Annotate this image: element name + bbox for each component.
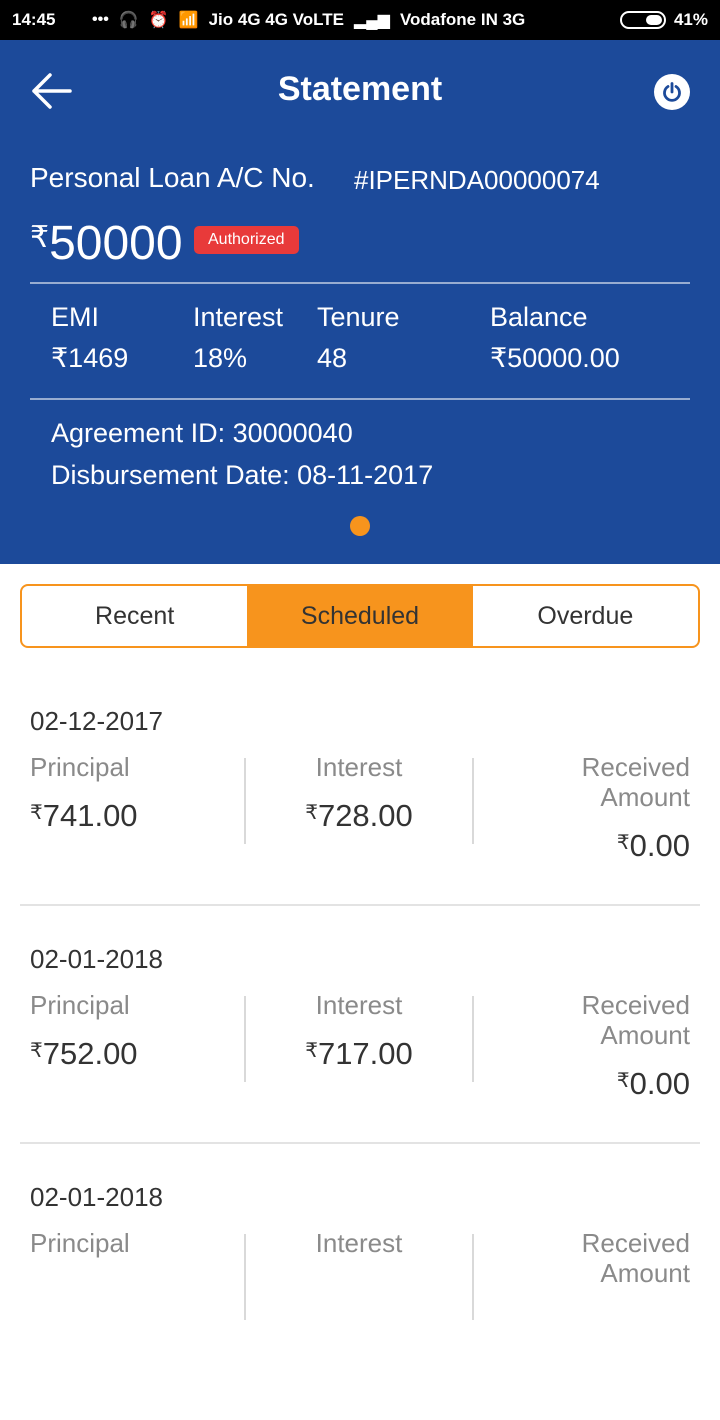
stat-balance: Balance ₹50000.00	[490, 302, 620, 374]
tab-scheduled[interactable]: Scheduled	[247, 586, 473, 646]
loan-amount-value: 50000	[49, 217, 183, 270]
more-notifications-icon: •••	[92, 11, 109, 28]
schedule-item: 02-12-2017 Principal ₹741.00 Interest ₹7…	[0, 706, 720, 944]
received-value: ₹0.00	[474, 828, 690, 864]
interest-label: Interest	[315, 752, 403, 782]
statement-tabs: Recent Scheduled Overdue	[20, 584, 700, 648]
rupee-symbol: ₹	[30, 802, 43, 824]
received-label-line: Amount	[600, 1020, 690, 1050]
stat-label: Balance	[490, 302, 588, 332]
account-number: #IPERNDA00000074	[354, 165, 600, 195]
principal-value: ₹741.00	[30, 798, 138, 834]
interest-amount: 717.00	[317, 1036, 413, 1071]
stat-value: 48	[317, 343, 348, 373]
wifi-icon: 📶	[178, 12, 199, 29]
received-label: Received Amount	[474, 990, 690, 1050]
row-divider	[20, 904, 700, 906]
page-title: Statement	[277, 70, 443, 108]
received-label-line: Amount	[600, 1258, 690, 1288]
received-label: Received Amount	[474, 752, 690, 812]
tab-overdue[interactable]: Overdue	[473, 586, 698, 646]
rupee-symbol: ₹	[30, 1040, 43, 1062]
divider	[30, 282, 690, 284]
agreement-id: Agreement ID: 30000040	[51, 418, 353, 448]
principal-label: Principal	[30, 1228, 130, 1258]
rupee-symbol: ₹	[616, 832, 630, 854]
disbursement-date: Disbursement Date: 08-11-2017	[51, 460, 434, 490]
headphones-icon: 🎧	[118, 12, 139, 29]
tab-recent[interactable]: Recent	[22, 586, 247, 646]
stat-value: ₹50000.00	[490, 343, 620, 373]
rupee-symbol: ₹	[305, 1040, 318, 1062]
rupee-symbol: ₹	[305, 802, 318, 824]
schedule-item: 02-01-2018 Principal Interest Received Am…	[0, 1182, 720, 1420]
principal-label: Principal	[30, 990, 130, 1020]
loan-amount: ₹50000	[30, 216, 183, 271]
principal-label: Principal	[30, 752, 130, 782]
schedule-item: 02-01-2018 Principal ₹752.00 Interest ₹7…	[0, 944, 720, 1182]
alarm-icon: ⏰	[148, 12, 169, 29]
row-divider	[20, 1142, 700, 1144]
carrier-1: Jio 4G 4G VoLTE	[208, 10, 344, 29]
received-label: Received Amount	[474, 1228, 690, 1288]
received-amount: 0.00	[629, 828, 690, 863]
principal-amount: 752.00	[42, 1036, 138, 1071]
power-icon	[663, 82, 681, 102]
stat-label: Tenure	[317, 302, 400, 332]
principal-value: ₹752.00	[30, 1036, 138, 1072]
stat-tenure: Tenure 48	[317, 302, 400, 374]
interest-label: Interest	[315, 990, 403, 1020]
status-badge: Authorized	[194, 226, 299, 254]
rupee-symbol: ₹	[30, 221, 50, 254]
carousel-dot[interactable]	[350, 516, 370, 536]
stat-interest: Interest 18%	[193, 302, 283, 374]
stat-emi: EMI ₹1469	[51, 302, 128, 374]
schedule-date: 02-12-2017	[30, 706, 163, 736]
battery-percent: 41%	[673, 10, 708, 29]
received-value: ₹0.00	[474, 1066, 690, 1102]
stat-value: ₹1469	[51, 343, 129, 373]
interest-value: ₹728.00	[246, 798, 472, 834]
received-amount: 0.00	[629, 1066, 690, 1101]
status-time: 14:45	[12, 10, 56, 29]
schedule-date: 02-01-2018	[30, 1182, 163, 1212]
principal-amount: 741.00	[42, 798, 138, 833]
interest-amount: 728.00	[317, 798, 413, 833]
schedule-date: 02-01-2018	[30, 944, 163, 974]
divider	[30, 398, 690, 400]
rupee-symbol: ₹	[616, 1070, 630, 1092]
received-label-line: Amount	[600, 782, 690, 812]
interest-label: Interest	[315, 1228, 403, 1258]
logout-button[interactable]	[654, 74, 690, 110]
stat-label: EMI	[51, 302, 100, 332]
received-label-line: Received	[581, 990, 690, 1020]
received-label-line: Received	[581, 1228, 690, 1258]
stat-value: 18%	[193, 343, 248, 373]
stat-label: Interest	[193, 302, 284, 332]
signal-icon: ▂▄▆	[353, 12, 390, 29]
received-label-line: Received	[581, 752, 690, 782]
battery-icon	[619, 11, 666, 29]
account-label: Personal Loan A/C No.	[30, 162, 315, 193]
status-bar: 14:45 ••• 🎧 ⏰ 📶 Jio 4G 4G VoLTE ▂▄▆ Voda…	[0, 0, 720, 40]
interest-value: ₹717.00	[246, 1036, 472, 1072]
carrier-2: Vodafone IN 3G	[399, 10, 526, 29]
statement-header: Statement Personal Loan A/C No. #IPERNDA…	[0, 40, 720, 564]
